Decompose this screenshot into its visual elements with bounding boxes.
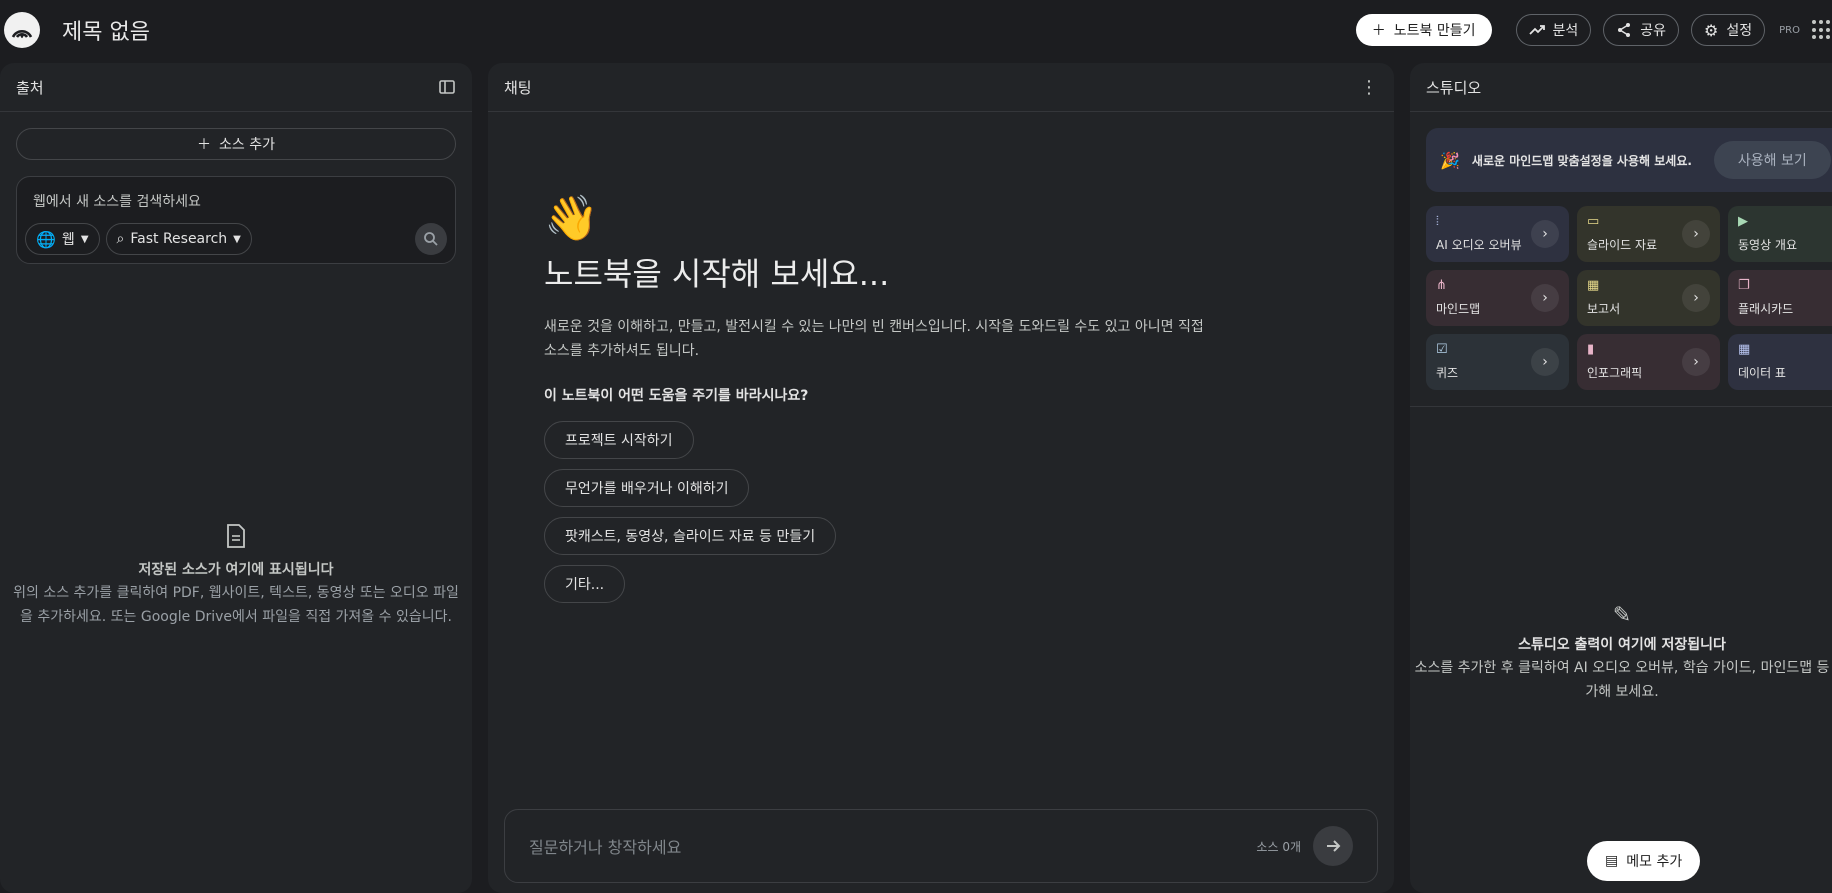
- share-button[interactable]: 공유: [1603, 14, 1680, 46]
- table-icon: ▦: [1738, 342, 1751, 357]
- add-note-button[interactable]: ▤ 메모 추가: [1587, 841, 1701, 881]
- suggestion-list: 프로젝트 시작하기 무언가를 배우거나 이해하기 팟캐스트, 동영상, 슬라이드…: [544, 421, 1204, 603]
- studio-header: 스튜디오: [1426, 78, 1482, 97]
- flashcard-icon: ❐: [1738, 278, 1750, 293]
- note-icon: ▤: [1605, 853, 1619, 869]
- studio-tile-mindmap[interactable]: ⋔ 마인드맵 ›: [1426, 270, 1569, 326]
- video-icon: ▶: [1738, 214, 1748, 229]
- studio-tile-flashcard[interactable]: ❐플래시카드›: [1728, 270, 1832, 326]
- studio-tile-audio[interactable]: ⦙ AI 오디오 오버뷰 ›: [1426, 206, 1569, 262]
- chevron-right-icon[interactable]: ›: [1682, 348, 1710, 376]
- apps-grid-icon[interactable]: [1812, 20, 1832, 40]
- studio-tile-label: 데이터 표: [1738, 366, 1786, 380]
- research-mode-dropdown[interactable]: ⌕ Fast Research ▼: [105, 223, 252, 255]
- plus-icon: ＋: [197, 137, 211, 153]
- magic-wand-icon: ✎: [1612, 603, 1632, 628]
- chat-header: 채팅: [504, 78, 532, 97]
- web-search-box[interactable]: 웹에서 새 소스를 검색하세요 🌐 웹 ▼ ⌕ Fast Research ▼: [16, 176, 456, 264]
- web-source-dropdown[interactable]: 🌐 웹 ▼: [25, 223, 100, 255]
- studio-panel: 스튜디오 🎉 새로운 마인드맵 맞춤설정을 사용해 보세요. 사용해 보기 ⦙ A…: [1410, 63, 1832, 893]
- analytics-label: 분석: [1552, 23, 1579, 39]
- more-vert-icon[interactable]: ⋮: [1360, 77, 1378, 98]
- globe-icon: 🌐: [36, 229, 56, 249]
- create-notebook-label: 노트북 만들기: [1393, 23, 1476, 39]
- chevron-down-icon: ▼: [80, 233, 89, 245]
- create-notebook-button[interactable]: ＋ 노트북 만들기: [1355, 14, 1492, 46]
- web-chip-label: 웹: [61, 232, 75, 248]
- sources-header: 출처: [16, 78, 44, 97]
- top-bar: 제목 없음 ＋ 노트북 만들기 분석 공유 ⚙ 설정 PRO: [0, 0, 1832, 60]
- studio-tile-table[interactable]: ▦데이터 표›: [1728, 334, 1832, 390]
- chevron-right-icon[interactable]: ›: [1682, 220, 1710, 248]
- notebook-title[interactable]: 제목 없음: [62, 14, 150, 46]
- search-icon: [424, 232, 438, 246]
- chat-input-box[interactable]: 질문하거나 창작하세요 소스 0개: [504, 809, 1378, 883]
- help-question: 이 노트북이 어떤 도움을 주기를 바라시나요?: [544, 388, 809, 404]
- welcome-section: 👋 노트북을 시작해 보세요... 새로운 것을 이해하고, 만들고, 발전시킬…: [544, 193, 1204, 603]
- studio-tile-label: 플래시카드: [1738, 302, 1794, 316]
- party-popper-icon: 🎉: [1440, 150, 1460, 170]
- send-button[interactable]: [1313, 826, 1353, 866]
- trending-up-icon: [1528, 25, 1545, 35]
- sources-empty-description: 위의 소스 추가를 클릭하여 PDF, 웹사이트, 텍스트, 동영상 또는 오디…: [13, 585, 459, 625]
- collapse-panel-icon[interactable]: [438, 78, 456, 96]
- research-chip-label: Fast Research: [130, 231, 228, 247]
- settings-label: 설정: [1726, 23, 1753, 39]
- arrow-right-icon: [1327, 840, 1341, 852]
- chevron-right-icon[interactable]: ›: [1531, 220, 1559, 248]
- search-submit-button[interactable]: [415, 223, 447, 255]
- sources-panel: 출처 ＋ 소스 추가 웹에서 새 소스를 검색하세요 🌐 웹 ▼ ⌕ Fast …: [0, 63, 472, 893]
- sources-empty-state: 저장된 소스가 여기에 표시됩니다 위의 소스 추가를 클릭하여 PDF, 웹사…: [0, 523, 472, 629]
- settings-button[interactable]: ⚙ 설정: [1691, 14, 1766, 46]
- studio-tile-slides[interactable]: ▭ 슬라이드 자료 ›: [1577, 206, 1720, 262]
- chat-panel: 채팅 ⋮ 👋 노트북을 시작해 보세요... 새로운 것을 이해하고, 만들고,…: [488, 63, 1394, 893]
- chat-input[interactable]: 질문하거나 창작하세요: [529, 834, 1256, 858]
- try-it-button[interactable]: 사용해 보기: [1713, 141, 1831, 179]
- banner-text: 새로운 마인드맵 맞춤설정을 사용해 보세요.: [1471, 153, 1692, 168]
- suggestion-button[interactable]: 무언가를 배우거나 이해하기: [544, 469, 750, 507]
- studio-tile-quiz[interactable]: ☑ 퀴즈 ›: [1426, 334, 1569, 390]
- divider: [1410, 406, 1832, 407]
- source-count: 소스 0개: [1256, 839, 1301, 854]
- add-source-label: 소스 추가: [219, 137, 275, 153]
- mindmap-promo-banner: 🎉 새로운 마인드맵 맞춤설정을 사용해 보세요. 사용해 보기: [1426, 128, 1832, 192]
- add-note-label: 메모 추가: [1626, 854, 1683, 870]
- gear-icon: ⚙: [1704, 20, 1719, 40]
- studio-tile-infographic[interactable]: ▮ 인포그래픽 ›: [1577, 334, 1720, 390]
- add-source-button[interactable]: ＋ 소스 추가: [16, 128, 456, 160]
- chevron-right-icon[interactable]: ›: [1531, 284, 1559, 312]
- research-search-icon: ⌕: [116, 231, 125, 247]
- studio-tile-report[interactable]: ▦ 보고서 ›: [1577, 270, 1720, 326]
- welcome-heading: 노트북을 시작해 보세요...: [544, 255, 890, 293]
- studio-empty-state: ✎ 스튜디오 출력이 여기에 저장됩니다 소스를 추가한 후 클릭하여 AI 오…: [1410, 603, 1832, 704]
- welcome-description: 새로운 것을 이해하고, 만들고, 발전시킬 수 있는 나만의 빈 캔버스입니다…: [544, 319, 1204, 359]
- suggestion-button[interactable]: 프로젝트 시작하기: [544, 421, 694, 459]
- chevron-down-icon: ▼: [233, 233, 241, 245]
- pro-badge: PRO: [1779, 24, 1800, 36]
- studio-tile-label: 동영상 개요: [1738, 238, 1798, 252]
- suggestion-button[interactable]: 기타...: [544, 565, 626, 603]
- chevron-right-icon[interactable]: ›: [1682, 284, 1710, 312]
- studio-tile-video[interactable]: ▶동영상 개요›: [1728, 206, 1832, 262]
- studio-tools-grid: ⦙AI 오디오 오버뷰›▭슬라이드 자료›▶동영상 개요›⋔마인드맵›▦보고서›…: [1426, 206, 1832, 390]
- chevron-right-icon[interactable]: ›: [1531, 348, 1559, 376]
- analytics-button[interactable]: 분석: [1515, 14, 1592, 46]
- share-icon: [1618, 23, 1631, 37]
- studio-empty-title: 스튜디오 출력이 여기에 저장됩니다: [1518, 637, 1726, 653]
- web-search-input[interactable]: 웹에서 새 소스를 검색하세요: [33, 191, 439, 211]
- document-icon: [227, 524, 245, 548]
- notebooklm-logo-icon[interactable]: [4, 12, 40, 48]
- suggestion-button[interactable]: 팟캐스트, 동영상, 슬라이드 자료 등 만들기: [544, 517, 837, 555]
- plus-icon: ＋: [1371, 23, 1386, 39]
- sources-empty-title: 저장된 소스가 여기에 표시됩니다: [138, 562, 334, 578]
- studio-empty-description: 소스를 추가한 후 클릭하여 AI 오디오 오버뷰, 학습 가이드, 마인드맵 …: [1414, 660, 1830, 700]
- share-label: 공유: [1640, 23, 1667, 39]
- waving-hand-icon: 👋: [544, 193, 599, 244]
